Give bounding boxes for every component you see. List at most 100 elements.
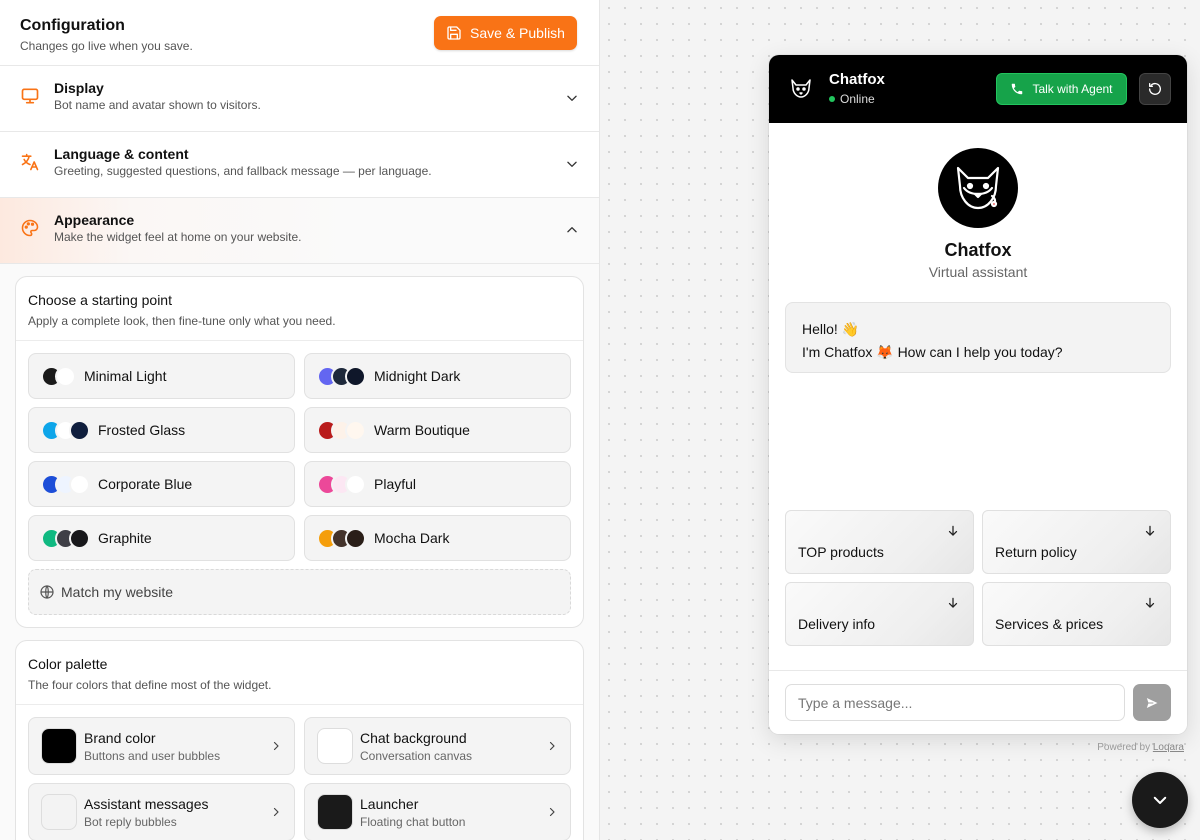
powered-prefix: Powered by [1097, 742, 1151, 753]
translate-icon [21, 153, 39, 171]
preset-swatches [41, 419, 90, 441]
preset-swatches [317, 473, 366, 495]
preset-option[interactable]: Mocha Dark [304, 515, 571, 561]
bot-name-heading: Chatfox [944, 240, 1012, 260]
powered-by: Powered by Loqara [1097, 742, 1184, 753]
palette-color-item[interactable]: Chat background Conversation canvas [304, 717, 571, 775]
section-title: Appearance [54, 212, 135, 228]
chevron-right-icon [273, 741, 279, 751]
appearance-body: Choose a starting point Apply a complete… [0, 264, 599, 840]
preset-option[interactable]: Minimal Light [28, 353, 295, 399]
color-swatch [345, 473, 366, 495]
suggested-question-button[interactable]: Services & prices [982, 582, 1171, 646]
card-subtitle: The four colors that define most of the … [28, 678, 272, 692]
palette-color-item[interactable]: Brand color Buttons and user bubbles [28, 717, 295, 775]
talk-with-agent-button[interactable]: Talk with Agent [996, 73, 1127, 105]
preset-option[interactable]: Warm Boutique [304, 407, 571, 453]
suggested-question-button[interactable]: TOP products [785, 510, 974, 574]
section-subtitle: Bot name and avatar shown to visitors. [54, 98, 261, 112]
preset-label: Minimal Light [84, 368, 167, 384]
preset-swatches [41, 365, 76, 387]
section-language-content[interactable]: Language & content Greeting, suggested q… [0, 132, 599, 198]
save-publish-button[interactable]: Save & Publish [434, 16, 577, 50]
card-subtitle: Apply a complete look, then fine-tune on… [28, 314, 336, 328]
suggestion-label: TOP products [798, 544, 884, 560]
color-swatch [69, 473, 90, 495]
suggestion-label: Services & prices [995, 616, 1104, 632]
color-swatch [345, 365, 366, 387]
section-appearance[interactable]: Appearance Make the widget feel at home … [0, 198, 599, 264]
assistant-message-bubble: Hello! 👋 I'm Chatfox 🦊 How can I help yo… [785, 302, 1171, 373]
chevron-right-icon [273, 807, 279, 817]
match-website-button[interactable]: Match my website [28, 569, 571, 615]
preset-label: Frosted Glass [98, 422, 186, 438]
preview-area: Chatfox Online Talk with Agent Chatfox V… [601, 0, 1200, 840]
chat-widget: Chatfox Online Talk with Agent Chatfox V… [769, 55, 1187, 734]
suggested-question-button[interactable]: Return policy [982, 510, 1171, 574]
color-swatch [69, 419, 90, 441]
fox-avatar-icon [956, 166, 1000, 210]
section-title: Display [54, 80, 104, 96]
preset-label: Graphite [98, 530, 152, 546]
message-input[interactable] [785, 684, 1125, 721]
send-icon [1145, 695, 1160, 710]
talk-with-agent-label: Talk with Agent [1032, 82, 1113, 96]
palette-icon [21, 219, 39, 237]
match-website-label: Match my website [61, 584, 174, 600]
preset-option[interactable]: Frosted Glass [28, 407, 295, 453]
preset-label: Mocha Dark [374, 530, 450, 546]
arrow-down-icon [948, 597, 958, 608]
preset-option[interactable]: Graphite [28, 515, 295, 561]
palette-item-text: Chat background Conversation canvas [360, 730, 472, 763]
palette-item-title: Chat background [360, 729, 467, 746]
palette-item-subtitle: Bot reply bubbles [84, 814, 177, 829]
color-swatch [345, 419, 366, 441]
palette-item-title: Assistant messages [84, 795, 209, 812]
section-subtitle: Greeting, suggested questions, and fallb… [54, 164, 432, 178]
section-display[interactable]: Display Bot name and avatar shown to vis… [0, 66, 599, 132]
widget-bot-name: Chatfox [829, 71, 885, 88]
phone-icon [1012, 83, 1023, 95]
preset-option[interactable]: Playful [304, 461, 571, 507]
arrow-down-icon [1145, 597, 1155, 608]
send-button[interactable] [1133, 684, 1171, 721]
color-preview [41, 728, 77, 764]
chat-launcher-button[interactable] [1132, 772, 1188, 828]
color-palette-card: Color palette The four colors that defin… [15, 640, 584, 840]
palette-item-title: Brand color [84, 729, 156, 746]
palette-color-item[interactable]: Launcher Floating chat button [304, 783, 571, 840]
color-preview [317, 728, 353, 764]
color-grid: Brand color Buttons and user bubbles Chat … [16, 705, 583, 840]
suggestion-label: Delivery info [798, 616, 876, 632]
preset-label: Playful [374, 476, 417, 492]
chevron-down-icon [1153, 796, 1167, 804]
status-dot [829, 96, 835, 102]
powered-brand-link[interactable]: Loqara [1153, 742, 1184, 753]
suggested-question-button[interactable]: Delivery info [785, 582, 974, 646]
chevron-up-icon [567, 227, 577, 233]
preset-swatches [317, 365, 366, 387]
preset-grid: Minimal Light Midnight Dark Frosted Glass W… [16, 341, 583, 627]
restart-chat-button[interactable] [1139, 73, 1171, 105]
suggestion-label: Return policy [995, 544, 1077, 560]
card-title: Color palette [28, 656, 108, 672]
fox-logo-icon [791, 79, 811, 98]
palette-item-text: Assistant messages Bot reply bubbles [84, 796, 209, 829]
preset-option[interactable]: Corporate Blue [28, 461, 295, 507]
color-preview [317, 794, 353, 830]
card-header: Choose a starting point Apply a complete… [16, 277, 583, 341]
card-header: Color palette The four colors that defin… [16, 641, 583, 705]
preset-swatches [317, 527, 366, 549]
palette-color-item[interactable]: Assistant messages Bot reply bubbles [28, 783, 295, 840]
preset-option[interactable]: Midnight Dark [304, 353, 571, 399]
online-status: Online [829, 92, 875, 106]
palette-item-subtitle: Buttons and user bubbles [84, 748, 221, 763]
preset-swatches [41, 527, 90, 549]
palette-item-text: Brand color Buttons and user bubbles [84, 730, 220, 763]
palette-item-subtitle: Floating chat button [360, 814, 466, 829]
preset-label: Midnight Dark [374, 368, 461, 384]
section-title: Language & content [54, 146, 189, 162]
color-swatch [55, 365, 76, 387]
preset-swatches [41, 473, 90, 495]
status-label: Online [840, 92, 875, 106]
